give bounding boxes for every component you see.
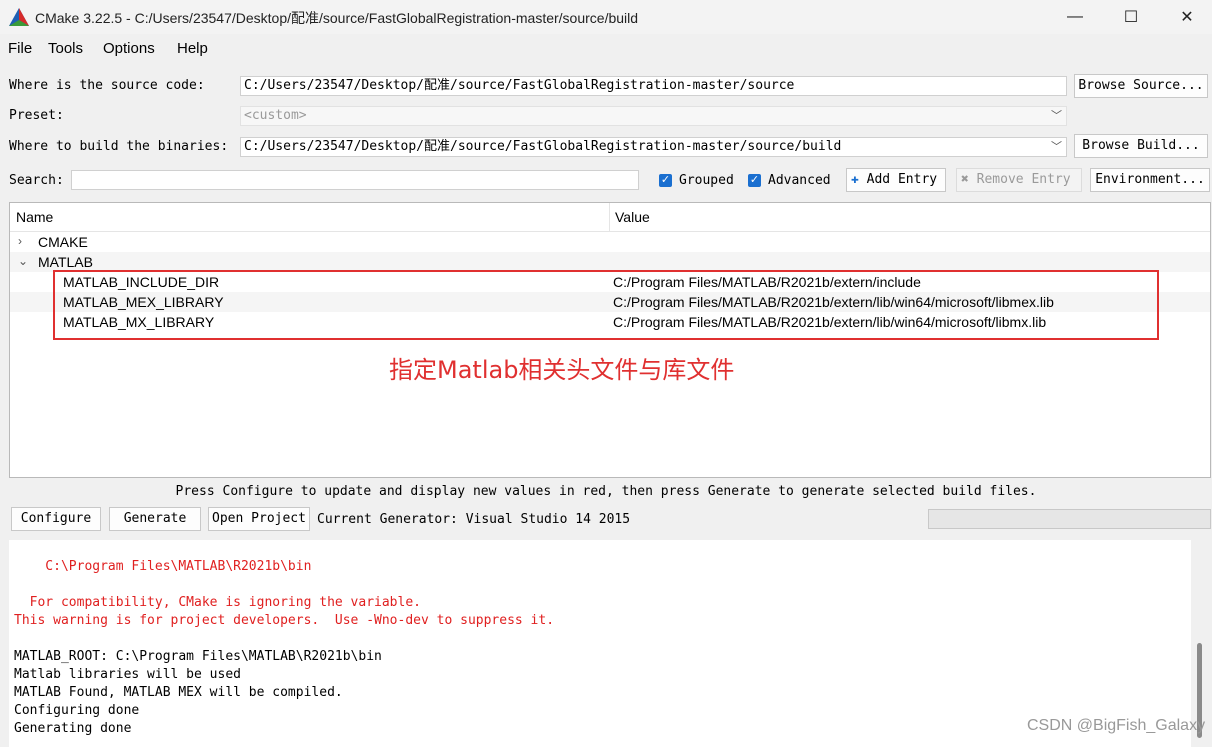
- log-line: Matlab libraries will be used: [14, 667, 241, 682]
- column-value-header[interactable]: Value: [615, 209, 650, 225]
- source-path-input[interactable]: C:/Users/23547/Desktop/配准/source/FastGlo…: [240, 76, 1067, 96]
- window-title: CMake 3.22.5 - C:/Users/23547/Desktop/配准…: [35, 10, 639, 26]
- grouped-label: Grouped: [679, 173, 734, 188]
- tree-group-cmake[interactable]: › CMAKE: [10, 232, 1210, 252]
- browse-build-button[interactable]: Browse Build...: [1074, 134, 1208, 158]
- log-line: MATLAB_ROOT: C:\Program Files\MATLAB\R20…: [14, 649, 382, 664]
- log-line: C:\Program Files\MATLAB\R2021b\bin: [14, 559, 312, 574]
- minimize-button[interactable]: —: [1052, 0, 1098, 34]
- log-line: Configuring done: [14, 703, 140, 718]
- cache-tree[interactable]: Name Value › CMAKE ⌄ MATLAB MATLAB_INCLU…: [9, 202, 1211, 478]
- watermark: CSDN @BigFish_Galaxy: [1027, 717, 1206, 734]
- preset-value: <custom>: [244, 108, 307, 123]
- remove-entry-label: Remove Entry: [976, 172, 1071, 187]
- output-scrollbar[interactable]: [1192, 540, 1212, 747]
- build-label: Where to build the binaries:: [9, 139, 229, 154]
- remove-entry-button[interactable]: ✖ Remove Entry: [956, 168, 1082, 192]
- build-path-select[interactable]: C:/Users/23547/Desktop/配准/source/FastGlo…: [240, 137, 1067, 157]
- advanced-checkbox[interactable]: ✓: [748, 174, 761, 187]
- plus-icon: ✚: [851, 172, 859, 187]
- title-bar: CMake 3.22.5 - C:/Users/23547/Desktop/配准…: [0, 0, 1212, 34]
- configure-button[interactable]: Configure: [11, 507, 101, 531]
- annotation-highlight-box: [53, 270, 1159, 340]
- chevron-down-icon: ﹀: [1051, 109, 1062, 122]
- environment-button[interactable]: Environment...: [1090, 168, 1210, 192]
- menu-bar: File Tools Options Help: [0, 36, 1212, 62]
- current-generator: Current Generator: Visual Studio 14 2015: [317, 512, 631, 527]
- source-label: Where is the source code:: [9, 78, 205, 93]
- remove-icon: ✖: [961, 172, 969, 187]
- browse-source-button[interactable]: Browse Source...: [1074, 74, 1208, 98]
- chevron-right-icon[interactable]: ›: [18, 234, 22, 248]
- grouped-checkbox[interactable]: ✓: [659, 174, 672, 187]
- add-entry-label: Add Entry: [866, 172, 938, 187]
- menu-help[interactable]: Help: [177, 40, 208, 57]
- preset-select[interactable]: <custom> ﹀: [240, 106, 1067, 126]
- tree-header: Name Value: [10, 203, 1210, 232]
- open-project-button[interactable]: Open Project: [208, 507, 310, 531]
- group-label: MATLAB: [38, 254, 93, 270]
- column-divider[interactable]: [609, 203, 610, 231]
- chevron-down-icon[interactable]: ⌄: [18, 254, 28, 268]
- add-entry-button[interactable]: ✚ Add Entry: [846, 168, 946, 192]
- cmake-logo-icon: [9, 8, 29, 26]
- menu-tools[interactable]: Tools: [48, 40, 83, 57]
- generate-button[interactable]: Generate: [109, 507, 201, 531]
- configure-label: Configure: [20, 511, 92, 526]
- preset-label: Preset:: [9, 108, 64, 123]
- maximize-button[interactable]: ☐: [1108, 0, 1154, 34]
- configure-hint: Press Configure to update and display ne…: [175, 484, 1037, 499]
- search-input[interactable]: [71, 170, 639, 190]
- close-button[interactable]: ✕: [1164, 0, 1210, 34]
- open-project-label: Open Project: [212, 511, 306, 526]
- log-line: For compatibility, CMake is ignoring the…: [14, 595, 421, 610]
- chevron-down-icon: ﹀: [1051, 140, 1062, 153]
- build-path-value: C:/Users/23547/Desktop/配准/source/FastGlo…: [244, 139, 842, 154]
- log-line: Generating done: [14, 721, 132, 736]
- progress-bar: [928, 509, 1211, 529]
- output-log[interactable]: C:\Program Files\MATLAB\R2021b\bin For c…: [9, 540, 1191, 747]
- log-line: MATLAB Found, MATLAB MEX will be compile…: [14, 685, 343, 700]
- generate-label: Generate: [123, 511, 187, 526]
- log-line: This warning is for project developers. …: [14, 613, 555, 628]
- search-label: Search:: [9, 173, 64, 188]
- menu-file[interactable]: File: [8, 40, 32, 57]
- group-label: CMAKE: [38, 234, 88, 250]
- menu-options[interactable]: Options: [103, 40, 155, 57]
- annotation-text: 指定Matlab相关头文件与库文件: [389, 356, 735, 384]
- tree-group-matlab[interactable]: ⌄ MATLAB: [10, 252, 1210, 272]
- advanced-label: Advanced: [768, 173, 831, 188]
- column-name-header[interactable]: Name: [16, 209, 53, 225]
